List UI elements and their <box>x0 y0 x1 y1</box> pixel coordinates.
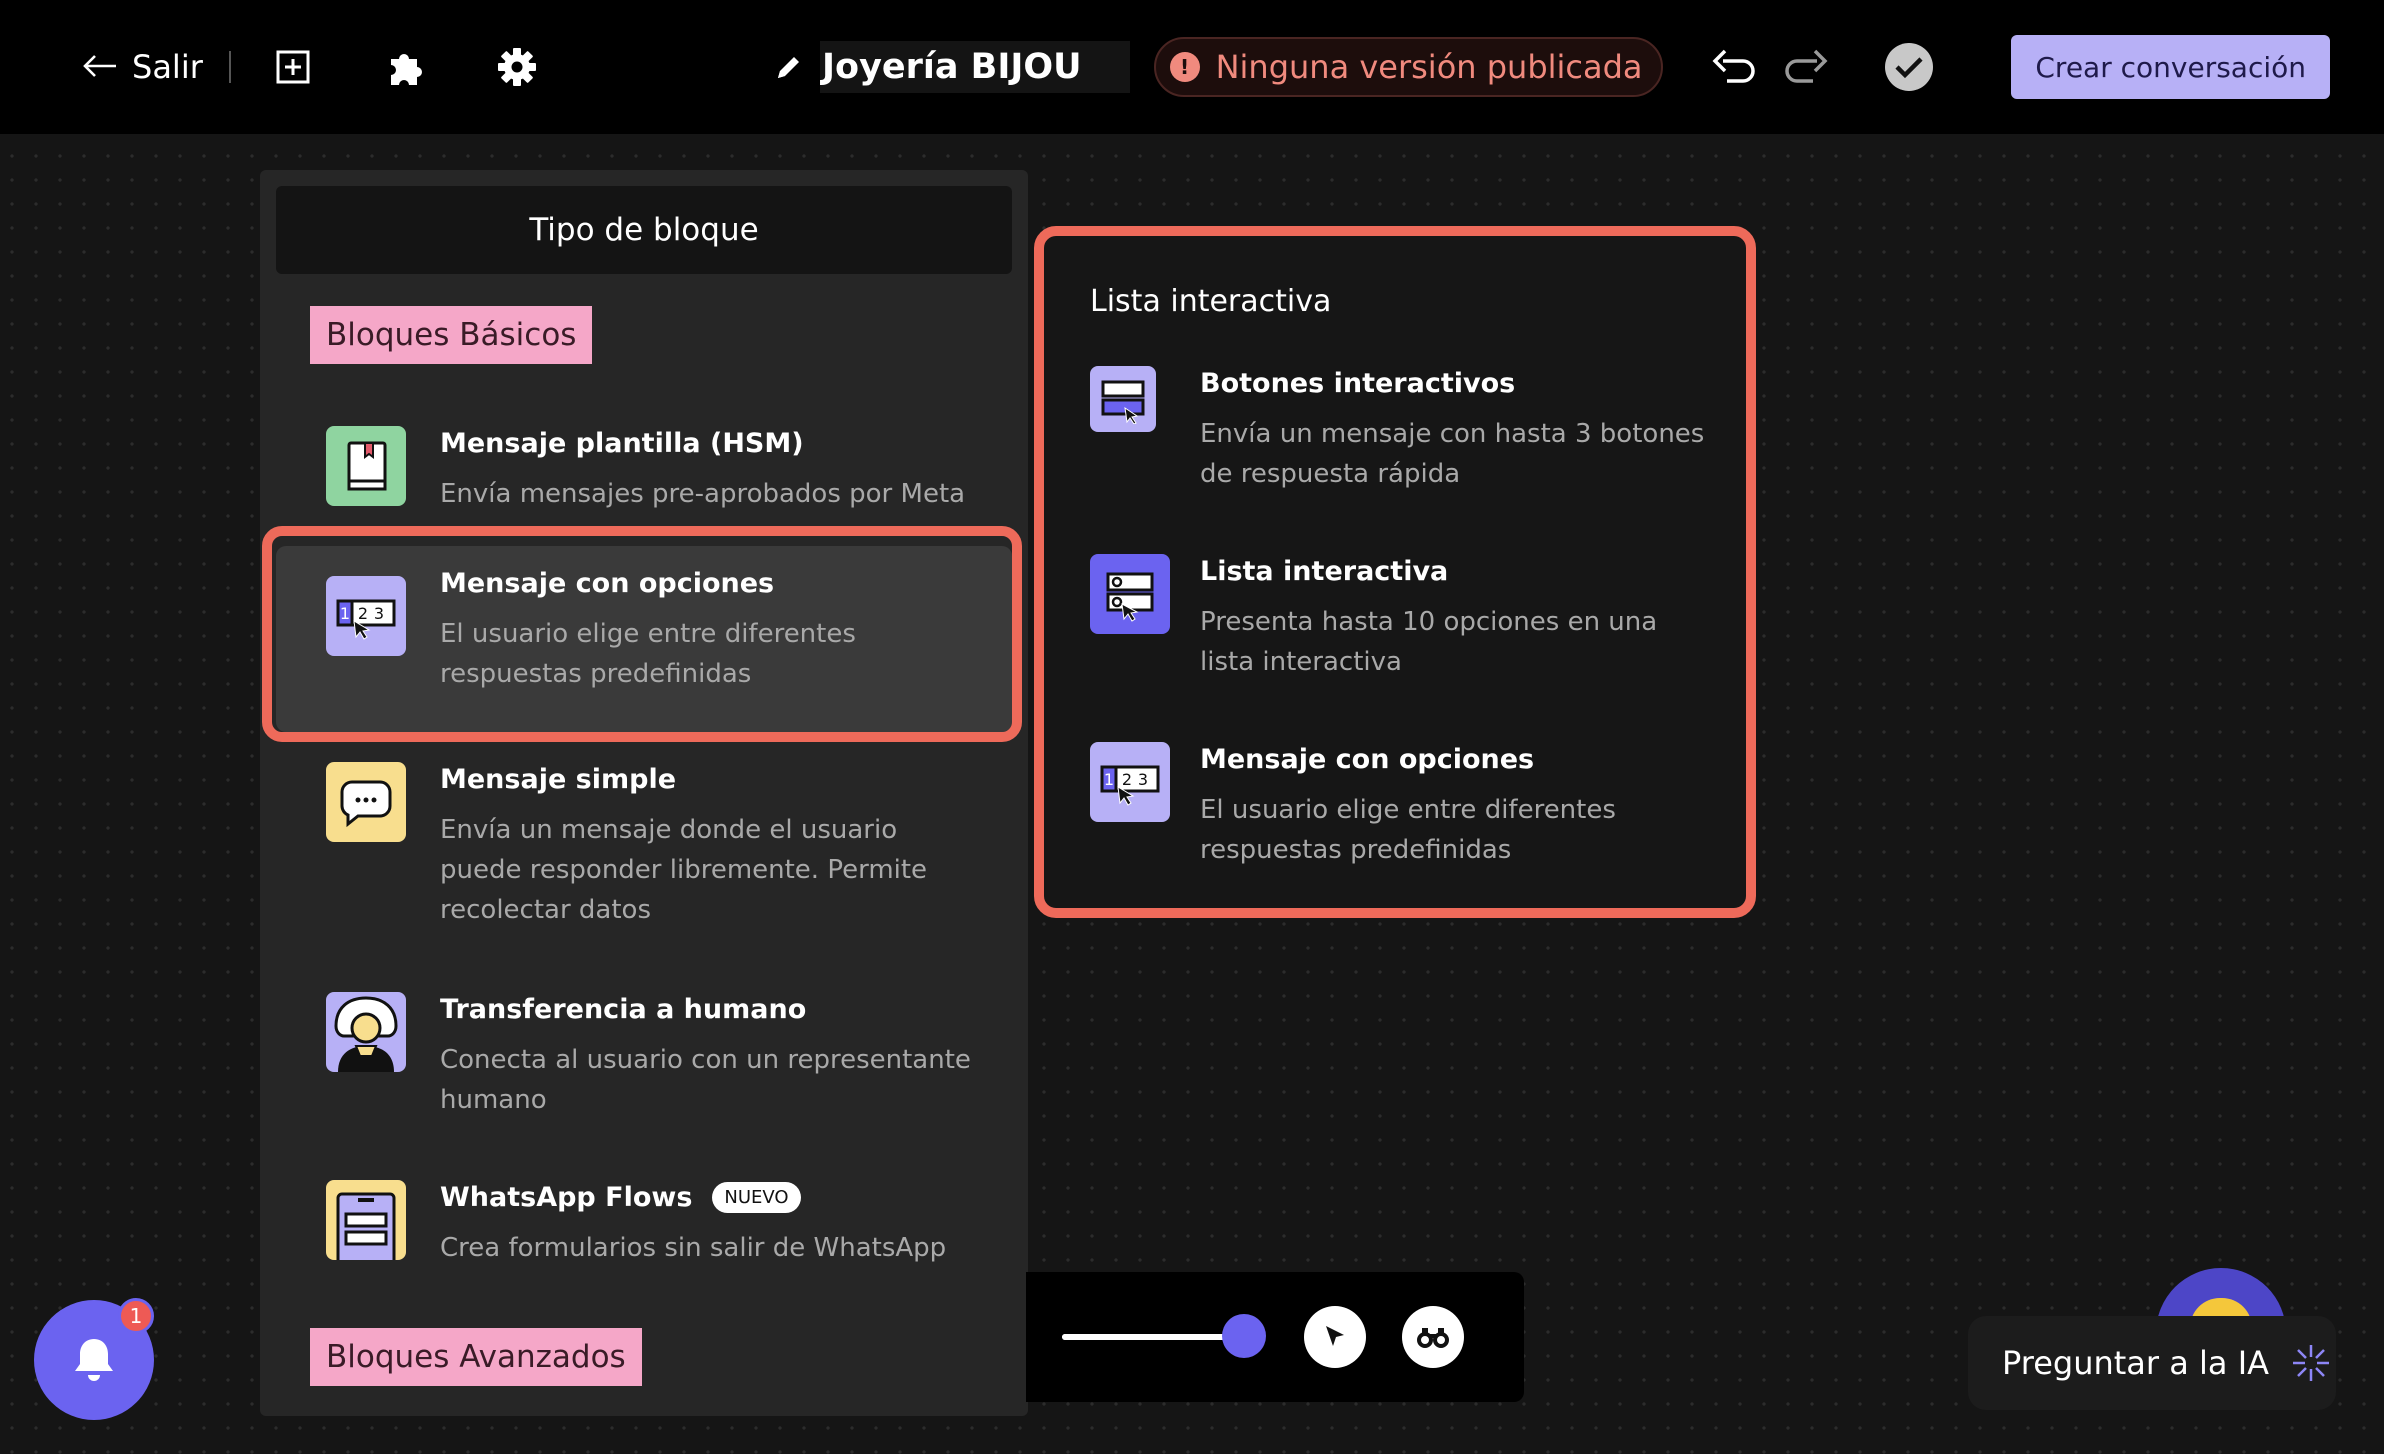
form-icon <box>326 1180 406 1260</box>
flow-title-editor[interactable]: Joyería BIJOU <box>774 41 1130 93</box>
block-item-title: Transferencia a humano <box>440 994 807 1025</box>
block-item-description: Conecta al usuario con un representante … <box>440 1045 971 1115</box>
svg-text:1: 1 <box>340 604 350 623</box>
zoom-slider-handle[interactable] <box>1222 1314 1266 1358</box>
submenu-item-description: El usuario elige entre diferentes respue… <box>1200 795 1616 865</box>
submenu-item-options-message[interactable]: 123 Mensaje con opciones El usuario elig… <box>1080 742 1720 892</box>
block-item-options-message[interactable]: 123 Mensaje con opciones El usuario elig… <box>276 546 1012 732</box>
submenu-item-interactive-buttons[interactable]: Botones interactivos Envía un mensaje co… <box>1080 366 1720 516</box>
alert-icon: ! <box>1169 52 1200 82</box>
check-icon <box>1895 57 1923 79</box>
block-item-description: El usuario elige entre diferentes respue… <box>440 619 856 689</box>
submenu-item-description: Envía un mensaje con hasta 3 botones de … <box>1200 419 1705 489</box>
block-item-title: Mensaje plantilla (HSM) <box>440 428 804 459</box>
block-item-title-text: WhatsApp Flows <box>440 1182 693 1213</box>
ask-ai-button[interactable]: Preguntar a la IA <box>1968 1316 2336 1410</box>
interactive-list-submenu: Lista interactiva Botones interactivos E… <box>1034 226 1756 918</box>
svg-text:3: 3 <box>1138 770 1148 789</box>
create-conversation-button[interactable]: Crear conversación <box>2011 35 2330 99</box>
svg-text:2: 2 <box>358 604 368 623</box>
search-tool-button[interactable] <box>1402 1306 1464 1368</box>
notification-count-badge: 1 <box>118 1298 154 1334</box>
cursor-icon <box>1326 1326 1344 1346</box>
top-bar-left: Salir <box>82 0 607 134</box>
settings-button[interactable] <box>495 45 539 89</box>
validate-button[interactable] <box>1885 43 1934 91</box>
undo-button[interactable] <box>1709 42 1759 92</box>
block-item-human-transfer[interactable]: Transferencia a humano Conecta al usuari… <box>276 974 1012 1152</box>
puzzle-icon <box>390 54 422 85</box>
publish-status-badge: ! Ninguna versión publicada <box>1153 37 1663 97</box>
numbered-options-icon: 123 <box>326 576 406 656</box>
book-icon <box>326 426 406 506</box>
chat-bubble-icon <box>326 762 406 842</box>
block-item-description: Envía mensajes pre-aprobados por Meta <box>440 479 966 509</box>
panel-header: Tipo de bloque <box>276 186 1012 274</box>
redo-icon <box>1785 49 1828 83</box>
block-item-simple-message[interactable]: Mensaje simple Envía un mensaje donde el… <box>276 744 1012 964</box>
submenu-title: Lista interactiva <box>1090 284 1332 319</box>
svg-text:1: 1 <box>1104 770 1114 789</box>
canvas-toolbar <box>1026 1272 1524 1402</box>
block-item-description: Crea formularios sin salir de WhatsApp <box>440 1233 947 1263</box>
zoom-slider-fill <box>1062 1334 1244 1340</box>
publish-status-text: Ninguna versión publicada <box>1215 48 1643 86</box>
top-bar-center: Joyería BIJOU ! Ninguna versión publicad… <box>774 0 1663 134</box>
arrow-left-icon <box>82 48 118 86</box>
block-item-title: WhatsApp Flows NUEVO <box>440 1182 801 1213</box>
submenu-item-title: Botones interactivos <box>1200 368 1516 399</box>
section-basic-blocks: Bloques Básicos <box>310 306 593 364</box>
buttons-icon <box>1090 366 1156 432</box>
undo-icon <box>1712 49 1756 83</box>
submenu-item-interactive-list[interactable]: Lista interactiva Presenta hasta 10 opci… <box>1080 554 1720 704</box>
top-bar: Salir Joyería BIJOU ! Ninguna versión pu… <box>0 0 2384 134</box>
block-item-title: Mensaje con opciones <box>440 568 775 599</box>
numbered-options-icon: 123 <box>1090 742 1170 822</box>
block-item-title: Mensaje simple <box>440 764 677 795</box>
submenu-item-title: Lista interactiva <box>1200 556 1449 587</box>
block-item-hsm[interactable]: Mensaje plantilla (HSM) Envía mensajes p… <box>276 406 1012 536</box>
select-tool-button[interactable] <box>1304 1306 1366 1368</box>
redo-button[interactable] <box>1781 42 1831 92</box>
svg-text:2: 2 <box>1122 770 1132 789</box>
binoculars-icon <box>1417 1328 1449 1348</box>
block-item-whatsapp-flows[interactable]: WhatsApp Flows NUEVO Crea formularios si… <box>276 1164 1012 1284</box>
exit-button[interactable]: Salir <box>82 48 203 86</box>
ask-ai-label: Preguntar a la IA <box>2002 1344 2270 1382</box>
zoom-slider[interactable] <box>1062 1334 1244 1340</box>
pencil-icon <box>778 57 799 78</box>
divider <box>228 51 231 83</box>
submenu-item-description: Presenta hasta 10 opciones en una lista … <box>1200 607 1658 677</box>
plus-square-icon <box>276 50 310 84</box>
submenu-item-title: Mensaje con opciones <box>1200 744 1535 775</box>
gear-icon <box>497 48 536 86</box>
block-type-panel: Tipo de bloque Bloques Básicos Mensaje p… <box>260 170 1028 1416</box>
block-item-description: Envía un mensaje donde el usuario puede … <box>440 815 928 925</box>
flow-title[interactable]: Joyería BIJOU <box>820 41 1130 93</box>
section-advanced-blocks: Bloques Avanzados <box>310 1328 642 1386</box>
top-bar-right: Crear conversación <box>1709 0 2330 134</box>
integrations-button[interactable] <box>383 45 427 89</box>
agent-icon <box>326 992 406 1072</box>
add-block-button[interactable] <box>271 45 315 89</box>
new-badge: NUEVO <box>712 1182 801 1213</box>
list-icon <box>1090 554 1170 634</box>
bell-icon <box>75 1339 113 1381</box>
exit-label: Salir <box>132 48 203 86</box>
svg-text:3: 3 <box>374 604 384 623</box>
sparkle-icon <box>2293 1345 2330 1381</box>
